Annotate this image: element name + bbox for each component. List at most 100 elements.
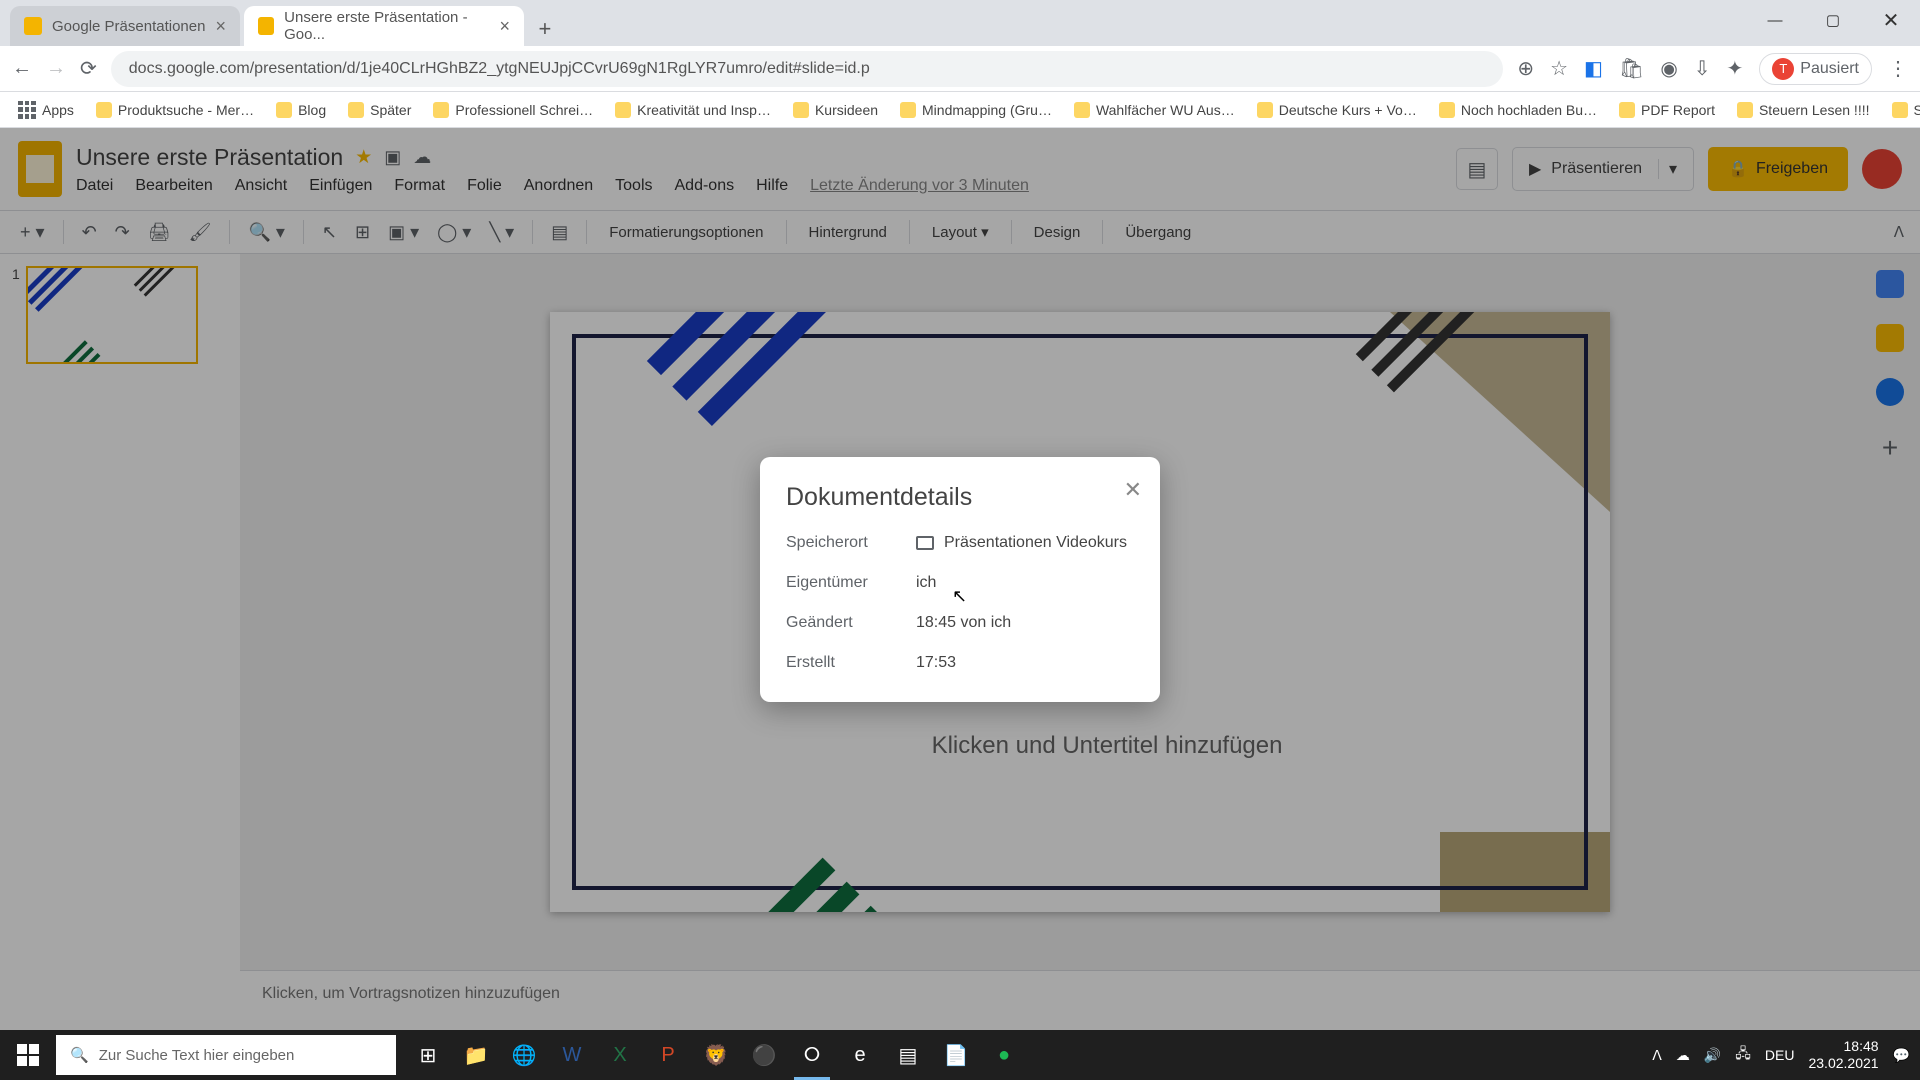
- modified-value: 18:45 von ich: [916, 614, 1011, 632]
- obs-icon[interactable]: ⚫: [742, 1030, 786, 1080]
- url-input[interactable]: docs.google.com/presentation/d/1je40CLrH…: [111, 51, 1504, 87]
- folder-icon: [276, 102, 292, 118]
- apps-button[interactable]: Apps: [10, 101, 82, 119]
- extension-icon[interactable]: ⇩: [1694, 56, 1711, 81]
- folder-icon: [1257, 102, 1273, 118]
- bookmark-item[interactable]: Steuern Lesen !!!!: [1729, 102, 1878, 118]
- new-tab-button[interactable]: +: [528, 12, 562, 46]
- folder-icon: [916, 536, 934, 550]
- clock[interactable]: 18:48 23.02.2021: [1808, 1038, 1878, 1072]
- location-label: Speicherort: [786, 534, 916, 552]
- slides-favicon-icon: [24, 17, 42, 35]
- back-icon[interactable]: ←: [12, 57, 32, 80]
- bookmark-item[interactable]: Später: [340, 102, 419, 118]
- notepad-icon[interactable]: 📄: [934, 1030, 978, 1080]
- folder-icon: [348, 102, 364, 118]
- forward-icon[interactable]: →: [46, 57, 66, 80]
- created-label: Erstellt: [786, 654, 916, 672]
- star-icon[interactable]: ☆: [1550, 56, 1568, 81]
- excel-icon[interactable]: X: [598, 1030, 642, 1080]
- chrome-menu-icon[interactable]: ⋮: [1888, 56, 1908, 81]
- tab-title: Google Präsentationen: [52, 18, 205, 35]
- window-controls: — ▢ ✕: [1746, 0, 1920, 40]
- bookmark-item[interactable]: Blog: [268, 102, 334, 118]
- created-value: 17:53: [916, 654, 956, 672]
- close-icon[interactable]: ×: [499, 16, 510, 37]
- edge-blue-icon[interactable]: e: [838, 1030, 882, 1080]
- extension-icon[interactable]: 🛍: [1619, 56, 1644, 81]
- file-explorer-icon[interactable]: 📁: [454, 1030, 498, 1080]
- search-placeholder: Zur Suche Text hier eingeben: [99, 1047, 295, 1064]
- browser-tab[interactable]: Google Präsentationen ×: [10, 6, 240, 46]
- folder-icon: [1737, 102, 1753, 118]
- close-icon[interactable]: ×: [215, 16, 226, 37]
- start-button[interactable]: [0, 1030, 56, 1080]
- chrome-icon[interactable]: ⭘: [790, 1030, 834, 1080]
- language-indicator[interactable]: DEU: [1765, 1047, 1795, 1063]
- close-window-button[interactable]: ✕: [1862, 0, 1920, 40]
- bookmark-item[interactable]: Wahlfächer WU Aus…: [1066, 102, 1243, 118]
- close-dialog-button[interactable]: ✕: [1124, 477, 1142, 503]
- folder-icon: [615, 102, 631, 118]
- tray-chevron-icon[interactable]: ᐱ: [1652, 1047, 1662, 1064]
- search-icon: 🔍: [70, 1046, 89, 1064]
- date-text: 23.02.2021: [1808, 1055, 1878, 1072]
- minimize-button[interactable]: —: [1746, 0, 1804, 40]
- folder-icon: [1439, 102, 1455, 118]
- brave-icon[interactable]: 🦁: [694, 1030, 738, 1080]
- avatar-icon: T: [1772, 58, 1794, 80]
- modified-label: Geändert: [786, 614, 916, 632]
- notifications-icon[interactable]: 💬: [1893, 1047, 1910, 1064]
- windows-taskbar: 🔍 Zur Suche Text hier eingeben ⊞ 📁 🌐 W X…: [0, 1030, 1920, 1080]
- folder-icon: [1619, 102, 1635, 118]
- app-icon[interactable]: ▤: [886, 1030, 930, 1080]
- bookmark-item[interactable]: Kursideen: [785, 102, 886, 118]
- bookmark-item[interactable]: Deutsche Kurs + Vo…: [1249, 102, 1425, 118]
- modal-overlay[interactable]: ✕ Dokumentdetails Speicherort Präsentati…: [0, 128, 1920, 1030]
- network-icon[interactable]: 🖧: [1735, 1043, 1751, 1067]
- url-text: docs.google.com/presentation/d/1je40CLrH…: [129, 60, 870, 78]
- extensions-menu-icon[interactable]: ✦: [1727, 56, 1744, 81]
- dialog-title: Dokumentdetails: [786, 483, 1134, 512]
- browser-tab-active[interactable]: Unsere erste Präsentation - Goo... ×: [244, 6, 524, 46]
- task-view-icon[interactable]: ⊞: [406, 1030, 450, 1080]
- profile-paused-button[interactable]: T Pausiert: [1759, 53, 1872, 85]
- document-details-dialog: ✕ Dokumentdetails Speicherort Präsentati…: [760, 457, 1160, 702]
- folder-icon: [1074, 102, 1090, 118]
- folder-icon: [96, 102, 112, 118]
- location-value[interactable]: Präsentationen Videokurs: [916, 534, 1127, 552]
- folder-icon: [793, 102, 809, 118]
- system-tray: ᐱ ☁ 🔊 🖧 DEU 18:48 23.02.2021 💬: [1642, 1038, 1920, 1072]
- windows-logo-icon: [17, 1044, 39, 1066]
- apps-label: Apps: [42, 102, 74, 118]
- time-text: 18:48: [1808, 1038, 1878, 1055]
- zoom-icon[interactable]: ⊕: [1517, 56, 1534, 81]
- owner-value: ich: [916, 574, 936, 592]
- powerpoint-icon[interactable]: P: [646, 1030, 690, 1080]
- folder-icon: [1892, 102, 1908, 118]
- bookmark-item[interactable]: Steuern Videos wic…: [1884, 102, 1920, 118]
- bookmark-item[interactable]: Mindmapping (Gru…: [892, 102, 1060, 118]
- folder-icon: [433, 102, 449, 118]
- slides-favicon-icon: [258, 17, 274, 35]
- extension-icon[interactable]: ◉: [1660, 56, 1677, 81]
- volume-icon[interactable]: 🔊: [1704, 1047, 1721, 1064]
- bookmark-item[interactable]: Professionell Schrei…: [425, 102, 601, 118]
- bookmark-item[interactable]: Kreativität und Insp…: [607, 102, 779, 118]
- bookmarks-bar: Apps Produktsuche - Mer… Blog Später Pro…: [0, 92, 1920, 128]
- address-bar: ← → ⟳ docs.google.com/presentation/d/1je…: [0, 46, 1920, 92]
- bookmark-item[interactable]: PDF Report: [1611, 102, 1723, 118]
- edge-icon[interactable]: 🌐: [502, 1030, 546, 1080]
- pause-label: Pausiert: [1800, 60, 1859, 78]
- extension-icon[interactable]: ◧: [1584, 56, 1603, 81]
- browser-tab-strip: Google Präsentationen × Unsere erste Prä…: [0, 0, 1920, 46]
- folder-icon: [900, 102, 916, 118]
- spotify-icon[interactable]: ●: [982, 1030, 1026, 1080]
- word-icon[interactable]: W: [550, 1030, 594, 1080]
- taskbar-search[interactable]: 🔍 Zur Suche Text hier eingeben: [56, 1035, 396, 1075]
- onedrive-icon[interactable]: ☁: [1676, 1047, 1690, 1064]
- bookmark-item[interactable]: Produktsuche - Mer…: [88, 102, 262, 118]
- reload-icon[interactable]: ⟳: [80, 56, 97, 81]
- bookmark-item[interactable]: Noch hochladen Bu…: [1431, 102, 1605, 118]
- maximize-button[interactable]: ▢: [1804, 0, 1862, 40]
